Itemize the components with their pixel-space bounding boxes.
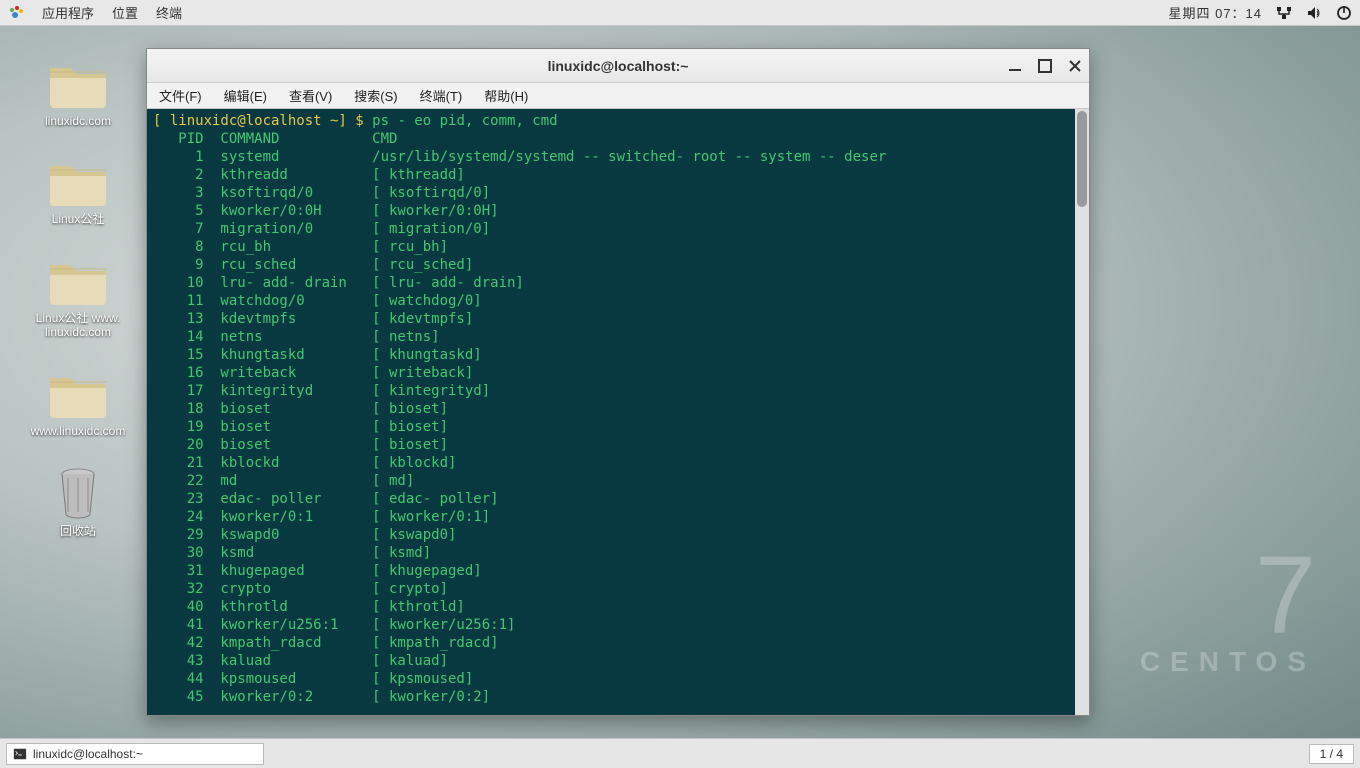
maximize-button[interactable] <box>1037 58 1053 74</box>
top-panel: 应用程序 位置 终端 星期四 07：14 <box>0 0 1360 26</box>
menu-item[interactable]: 终端(T) <box>412 84 471 107</box>
volume-icon[interactable] <box>1306 5 1322 21</box>
menu-places[interactable]: 位置 <box>112 3 138 22</box>
centos-name: CENTOS <box>1140 646 1316 678</box>
desktop-icon-label: Linux公社 <box>52 212 105 226</box>
terminal-viewport: [ linuxidc@localhost ~] $ ps - eo pid, c… <box>147 109 1089 715</box>
scrollbar-thumb[interactable] <box>1077 111 1087 207</box>
desktop-icon-label: 回收站 <box>60 524 96 538</box>
menu-applications[interactable]: 应用程序 <box>42 3 94 22</box>
menu-item[interactable]: 查看(V) <box>281 84 340 107</box>
menu-terminal[interactable]: 终端 <box>156 3 182 22</box>
desktop-icons: linuxidc.com Linux公社 Linux公社 www. linuxidc… <box>24 58 132 538</box>
menu-item[interactable]: 帮助(H) <box>476 84 536 107</box>
terminal-icon <box>13 747 27 761</box>
window-title: linuxidc@localhost:~ <box>147 58 1089 74</box>
power-icon[interactable] <box>1336 5 1352 21</box>
centos-watermark: 7 CENTOS <box>1140 552 1316 678</box>
minimize-button[interactable] <box>1007 58 1023 74</box>
desktop-trash[interactable]: 回收站 <box>24 466 132 538</box>
terminal-content[interactable]: [ linuxidc@localhost ~] $ ps - eo pid, c… <box>147 109 1075 715</box>
window-titlebar[interactable]: linuxidc@localhost:~ <box>147 49 1089 83</box>
desktop-folder[interactable]: Linux公社 www. linuxidc.com <box>24 255 132 340</box>
menu-item[interactable]: 文件(F) <box>151 84 210 107</box>
terminal-window: linuxidc@localhost:~ 文件(F) 编辑(E) 查看(V) 搜索(S… <box>146 48 1090 716</box>
bottom-taskbar: linuxidc@localhost:~ 1 / 4 <box>0 738 1360 768</box>
desktop-folder[interactable]: linuxidc.com <box>24 58 132 128</box>
menu-item[interactable]: 搜索(S) <box>346 84 405 107</box>
desktop-folder[interactable]: Linux公社 <box>24 156 132 226</box>
gnome-logo-icon <box>8 5 24 21</box>
terminal-scrollbar[interactable] <box>1075 109 1089 715</box>
close-button[interactable] <box>1067 58 1083 74</box>
centos-version: 7 <box>1140 552 1316 640</box>
desktop-folder[interactable]: www.linuxidc.com <box>24 368 132 438</box>
network-icon[interactable] <box>1276 5 1292 21</box>
taskbar-entry-terminal[interactable]: linuxidc@localhost:~ <box>6 743 264 765</box>
desktop-icon-label: Linux公社 www. linuxidc.com <box>24 311 132 340</box>
desktop-icon-label: linuxidc.com <box>45 114 111 128</box>
taskbar-entry-label: linuxidc@localhost:~ <box>33 747 143 761</box>
clock[interactable]: 星期四 07：14 <box>1168 3 1262 22</box>
window-menubar: 文件(F) 编辑(E) 查看(V) 搜索(S) 终端(T)帮助(H) <box>147 83 1089 109</box>
desktop-icon-label: www.linuxidc.com <box>31 424 126 438</box>
menu-item[interactable]: 编辑(E) <box>216 84 275 107</box>
workspace-indicator[interactable]: 1 / 4 <box>1309 744 1354 764</box>
